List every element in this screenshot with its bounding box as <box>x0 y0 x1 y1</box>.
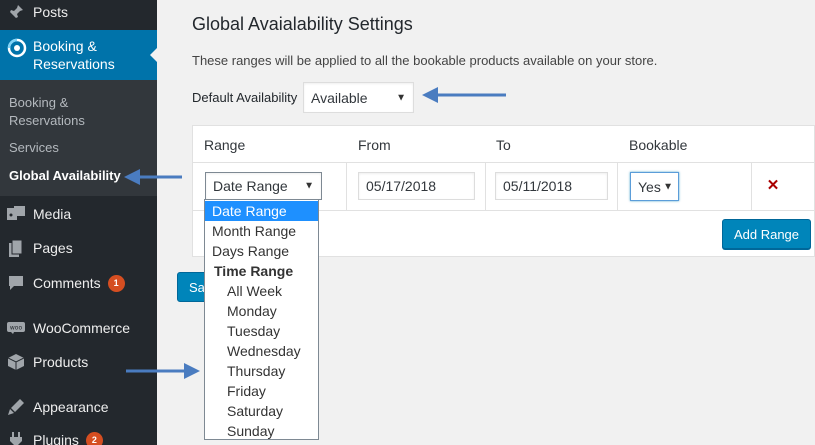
booking-icon <box>7 38 27 58</box>
menu-item-media[interactable]: Media <box>0 199 157 229</box>
from-date-value: 05/17/2018 <box>366 178 437 194</box>
column-divider <box>617 162 618 210</box>
chevron-down-icon: ▼ <box>663 181 673 192</box>
menu-label-pages: Pages <box>33 240 73 256</box>
submenu-global-availability[interactable]: Global Availability <box>9 167 121 185</box>
column-divider <box>346 162 347 210</box>
range-type-dropdown: Date Range Month Range Days Range Time R… <box>204 199 319 440</box>
default-availability-value: Available <box>311 89 368 106</box>
menu-item-appearance[interactable]: Appearance <box>0 392 157 422</box>
column-header-to: To <box>496 137 511 153</box>
woocommerce-icon: woo <box>7 319 25 337</box>
from-date-input[interactable]: 05/17/2018 <box>358 172 475 200</box>
chevron-down-icon: ▼ <box>396 92 406 103</box>
to-date-input[interactable]: 05/11/2018 <box>495 172 608 200</box>
menu-label-woocommerce: WooCommerce <box>33 320 130 336</box>
submenu-booking-reservations[interactable]: Booking & Reservations <box>9 94 85 130</box>
menu-label-comments: Comments <box>33 275 101 291</box>
menu-item-woocommerce[interactable]: woo WooCommerce <box>0 313 157 343</box>
bookable-value: Yes <box>638 178 661 195</box>
menu-label-booking-line2: Reservations <box>33 56 115 72</box>
option-all-week[interactable]: All Week <box>205 281 318 301</box>
menu-label-posts: Posts <box>33 4 69 20</box>
add-range-button[interactable]: Add Range <box>722 219 811 249</box>
annotation-arrow-right <box>126 363 200 379</box>
menu-item-pages[interactable]: Pages <box>0 233 157 263</box>
column-header-range: Range <box>204 137 246 153</box>
option-tuesday[interactable]: Tuesday <box>205 321 318 341</box>
column-header-bookable: Bookable <box>629 137 688 153</box>
option-thursday[interactable]: Thursday <box>205 361 318 381</box>
header-divider <box>193 162 815 163</box>
range-type-select[interactable]: Date Range ▼ <box>205 172 322 200</box>
media-icon <box>7 205 25 223</box>
menu-item-plugins[interactable]: Plugins 2 <box>0 425 157 445</box>
comments-icon <box>7 274 25 292</box>
chevron-down-icon: ▼ <box>304 180 314 192</box>
annotation-arrow-left <box>124 169 182 185</box>
menu-label-booking-line1: Booking & <box>33 38 97 54</box>
appearance-icon <box>7 398 25 416</box>
bookable-select[interactable]: Yes ▼ <box>630 172 679 201</box>
option-wednesday[interactable]: Wednesday <box>205 341 318 361</box>
plugins-icon <box>7 431 25 445</box>
option-friday[interactable]: Friday <box>205 381 318 401</box>
column-divider <box>485 162 486 210</box>
menu-label-plugins: Plugins <box>33 432 79 445</box>
menu-label-products: Products <box>33 354 89 370</box>
to-date-value: 05/11/2018 <box>503 178 573 194</box>
menu-label-appearance: Appearance <box>33 399 109 415</box>
option-date-range[interactable]: Date Range <box>205 201 318 221</box>
option-saturday[interactable]: Saturday <box>205 401 318 421</box>
column-divider <box>751 162 752 210</box>
default-availability-label: Default Availability <box>192 90 298 105</box>
svg-text:woo: woo <box>10 325 23 332</box>
menu-label-media: Media <box>33 206 72 222</box>
optgroup-time-range: Time Range <box>214 263 294 279</box>
comments-count-badge: 1 <box>107 274 125 292</box>
remove-range-button[interactable]: ✕ <box>765 176 781 194</box>
menu-item-comments[interactable]: Comments 1 <box>0 268 157 298</box>
submenu-services[interactable]: Services <box>9 139 59 157</box>
menu-item-booking-reservations[interactable]: Booking & Reservations <box>0 30 158 80</box>
option-sunday[interactable]: Sunday <box>205 421 318 441</box>
column-header-from: From <box>358 137 391 153</box>
range-type-value: Date Range <box>213 178 288 194</box>
default-availability-select[interactable]: Available ▼ <box>303 82 414 113</box>
option-days-range[interactable]: Days Range <box>205 241 318 261</box>
products-icon <box>7 353 25 371</box>
option-monday[interactable]: Monday <box>205 301 318 321</box>
annotation-arrow-left <box>422 87 506 103</box>
page-title: Global Avaialability Settings <box>192 14 413 34</box>
plugins-count-badge: 2 <box>85 431 103 445</box>
page-description: These ranges will be applied to all the … <box>192 53 658 68</box>
pages-icon <box>7 239 25 257</box>
pin-icon <box>7 3 25 21</box>
menu-item-posts[interactable]: Posts <box>0 0 157 27</box>
option-month-range[interactable]: Month Range <box>205 221 318 241</box>
